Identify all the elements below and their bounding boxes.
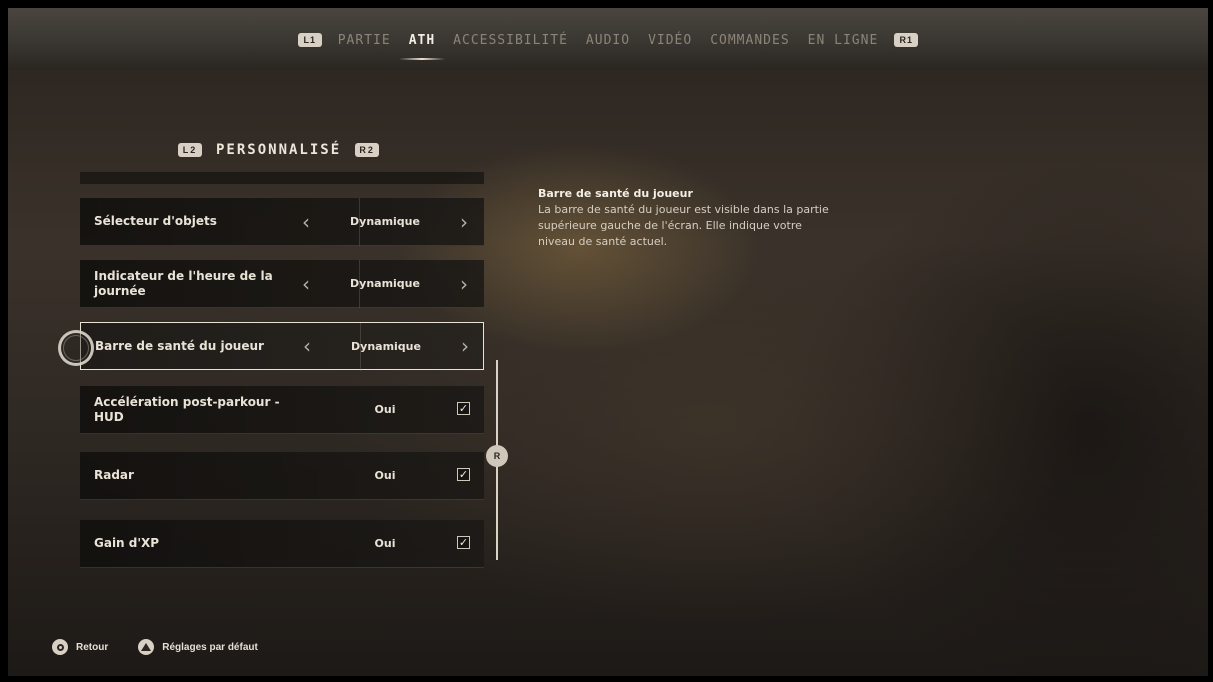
setting-value: Dynamique <box>350 215 420 228</box>
setting-label: Indicateur de l'heure de la journée <box>94 268 273 298</box>
l1-bumper-icon[interactable]: L1 <box>297 33 322 47</box>
circle-button-icon <box>52 639 68 655</box>
checkbox-checked-icon[interactable]: ✓ <box>457 402 470 415</box>
arrow-right-icon[interactable]: › <box>455 323 475 369</box>
setting-row-time-of-day[interactable]: Indicateur de l'heure de la journée ‹ Dy… <box>80 260 484 308</box>
arrow-right-icon[interactable]: › <box>454 260 474 307</box>
tab-partie[interactable]: PARTIE <box>336 33 393 48</box>
setting-row-post-parkour[interactable]: Accélération post-parkour - HUD Oui ✓ <box>80 386 484 434</box>
category-title: PERSONNALISÉ <box>216 142 342 158</box>
tab-commandes[interactable]: COMMANDES <box>708 33 791 48</box>
setting-label: Sélecteur d'objets <box>94 214 217 228</box>
setting-value: Oui <box>374 469 396 482</box>
defaults-prompt[interactable]: Réglages par défaut <box>162 642 258 653</box>
back-prompt[interactable]: Retour <box>76 642 108 653</box>
tab-audio[interactable]: AUDIO <box>584 33 632 48</box>
arrow-right-icon[interactable]: › <box>454 198 474 245</box>
setting-label: Accélération post-parkour - HUD <box>94 394 280 424</box>
scroll-handle-r-icon[interactable]: R <box>486 445 508 467</box>
setting-value: Dynamique <box>350 277 420 290</box>
arrow-left-icon[interactable]: ‹ <box>296 260 316 307</box>
checkbox-checked-icon[interactable]: ✓ <box>457 536 470 549</box>
tab-ath[interactable]: ATH <box>398 33 446 60</box>
tab-en-ligne[interactable]: EN LIGNE <box>806 33 881 48</box>
setting-label: Radar <box>94 468 134 482</box>
setting-row-radar[interactable]: Radar Oui ✓ <box>80 452 484 500</box>
arrow-left-icon[interactable]: ‹ <box>296 198 316 245</box>
footer-prompts: Retour Réglages par défaut <box>52 639 258 655</box>
description-body: La barre de santé du joueur est visible … <box>538 203 829 248</box>
list-top-edge <box>80 172 484 184</box>
setting-row-xp-gain[interactable]: Gain d'XP Oui ✓ <box>80 520 484 568</box>
setting-row-item-selector[interactable]: Sélecteur d'objets ‹ Dynamique › <box>80 198 484 246</box>
triangle-button-icon <box>138 639 155 655</box>
setting-row-health-bar[interactable]: Barre de santé du joueur ‹ Dynamique › <box>80 322 484 371</box>
l2-trigger-icon[interactable]: L2 <box>178 143 202 157</box>
cursor-ring-icon <box>58 330 94 366</box>
tab-accessibilite[interactable]: ACCESSIBILITÉ <box>451 33 570 48</box>
setting-value: Oui <box>374 537 396 550</box>
setting-value: Oui <box>374 403 396 416</box>
setting-label: Barre de santé du joueur <box>95 338 264 353</box>
top-tab-bar: L1 PARTIE ATH ACCESSIBILITÉ AUDIO VIDÉO … <box>8 8 1208 70</box>
checkbox-checked-icon[interactable]: ✓ <box>457 468 470 481</box>
setting-value: Dynamique <box>351 339 421 353</box>
setting-description: Barre de santé du joueur La barre de san… <box>538 186 838 250</box>
setting-label: Gain d'XP <box>94 536 160 550</box>
tab-video[interactable]: VIDÉO <box>646 33 694 48</box>
arrow-left-icon[interactable]: ‹ <box>297 323 317 369</box>
category-selector: L2 PERSONNALISÉ R2 <box>178 142 380 158</box>
description-title: Barre de santé du joueur <box>538 187 693 200</box>
game-screen: L1 PARTIE ATH ACCESSIBILITÉ AUDIO VIDÉO … <box>8 8 1208 676</box>
r1-bumper-icon[interactable]: R1 <box>894 33 919 47</box>
tab-list: L1 PARTIE ATH ACCESSIBILITÉ AUDIO VIDÉO … <box>8 28 1208 60</box>
r2-trigger-icon[interactable]: R2 <box>355 143 380 157</box>
